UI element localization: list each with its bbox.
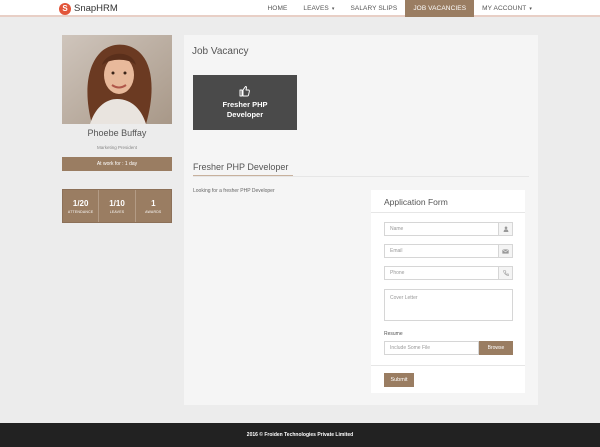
profile-name: Phoebe Buffay xyxy=(87,128,147,138)
form-footer-divider xyxy=(371,365,525,366)
page-title: Job Vacancy xyxy=(192,46,249,57)
nav-item-my-account[interactable]: MY ACCOUNT ▾ xyxy=(474,0,540,17)
profile-avatar xyxy=(62,35,172,124)
application-form: Application Form Name Email Phone Cover … xyxy=(371,190,525,393)
main-nav: HOME LEAVES ▾ SALARY SLIPS JOB VACANCIES … xyxy=(260,0,541,17)
footer-copyright: 2016 © Froiden Technologies Private Limi… xyxy=(246,432,354,438)
section-divider xyxy=(193,176,529,177)
vacancy-card[interactable]: Fresher PHP Developer xyxy=(193,75,297,130)
phone-field[interactable]: Phone xyxy=(384,266,513,280)
footer: 2016 © Froiden Technologies Private Limi… xyxy=(0,423,600,447)
resume-file-input[interactable]: Include Some File xyxy=(384,341,479,355)
stat-leaves: 1/10 LEAVES xyxy=(98,190,134,222)
vacancy-card-title: Fresher PHP Developer xyxy=(222,100,268,119)
vacancy-section-title: Fresher PHP Developer xyxy=(193,162,289,172)
chevron-down-icon: ▾ xyxy=(529,5,532,12)
nav-item-job-vacancies[interactable]: JOB VACANCIES xyxy=(405,0,475,17)
profile-role: Marketing President xyxy=(96,145,138,150)
phone-icon xyxy=(498,267,512,279)
chevron-down-icon: ▾ xyxy=(331,5,335,12)
cover-letter-textarea[interactable]: Cover Letter xyxy=(384,289,513,321)
email-field[interactable]: Email xyxy=(384,244,513,258)
stat-awards: 1 AWARDS xyxy=(134,190,171,222)
name-field[interactable]: Name xyxy=(384,222,513,236)
nav-item-salary-slips[interactable]: SALARY SLIPS xyxy=(342,0,405,17)
thumbs-up-icon xyxy=(239,86,250,97)
profile-stats: 1/20 ATTENDANCE 1/10 LEAVES 1 AWARDS xyxy=(62,189,172,223)
browse-button[interactable]: Browse xyxy=(479,341,513,355)
envelope-icon xyxy=(498,245,512,257)
brand-name: SnapHRM xyxy=(74,3,118,14)
stat-attendance: 1/20 ATTENDANCE xyxy=(67,198,94,214)
brand-logo[interactable]: S SnapHRM xyxy=(59,2,118,15)
resume-file-picker: Include Some File Browse xyxy=(384,341,513,355)
section-title-underline xyxy=(193,175,293,176)
resume-label: Resume xyxy=(384,331,403,337)
at-work-badge: At work for : 1 day xyxy=(62,157,172,171)
submit-button[interactable]: Submit xyxy=(384,373,414,387)
top-navbar: S SnapHRM HOME LEAVES ▾ SALARY SLIPS JOB … xyxy=(0,0,600,17)
brand-badge-icon: S xyxy=(59,2,71,15)
user-icon xyxy=(498,223,512,235)
form-title: Application Form xyxy=(384,197,448,207)
vacancy-description: Looking for a fresher PHP Developer xyxy=(193,188,275,194)
form-title-divider xyxy=(371,212,525,213)
nav-item-home[interactable]: HOME xyxy=(260,0,296,17)
nav-item-leaves[interactable]: LEAVES ▾ xyxy=(295,0,342,17)
